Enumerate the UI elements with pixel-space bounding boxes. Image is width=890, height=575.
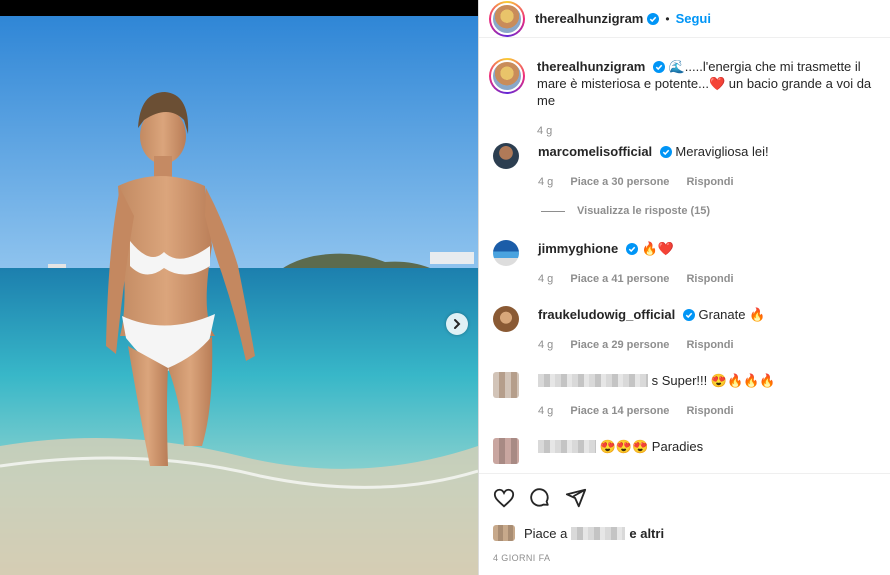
post-caption: therealhunzigram 🌊.....l'energia che mi … (489, 58, 889, 140)
commenter-username[interactable]: jimmyghione (538, 241, 618, 256)
post-actions (493, 487, 587, 514)
follow-button[interactable]: Segui (676, 11, 711, 26)
comment-text: Meravigliosa lei! (675, 144, 769, 159)
reply-button[interactable]: Rispondi (686, 339, 733, 351)
caption-time: 4 g (537, 125, 553, 137)
commenter-avatar[interactable] (493, 438, 519, 464)
blurred-username (538, 374, 648, 387)
post-header: therealhunzigram • Segui (479, 0, 890, 38)
commenter-username[interactable]: fraukeludowig_official (538, 307, 675, 322)
commenter-username[interactable]: marcomelisofficial (538, 144, 652, 159)
author-avatar[interactable] (489, 0, 525, 37)
comment-item: s Super!!! 😍🔥🔥🔥 4 g Piace a 14 persone R… (493, 372, 883, 420)
reply-button[interactable]: Rispondi (686, 273, 733, 285)
comment-item: marcomelisofficial Meravigliosa lei! 4 g… (493, 143, 883, 191)
commenter-avatar[interactable] (493, 143, 519, 169)
verified-icon (682, 309, 695, 321)
view-replies-label: Visualizza le risposte (15) (577, 205, 711, 217)
comment-time: 4 g (538, 405, 554, 417)
post-photo (0, 16, 478, 575)
caption-author-avatar[interactable] (489, 58, 525, 94)
commenter-avatar[interactable] (493, 372, 519, 398)
post-date: 4 GIORNI FA (493, 553, 551, 563)
comment-item: fraukeludowig_official Granate 🔥 4 g Pia… (493, 306, 883, 354)
commenter-avatar[interactable] (493, 240, 519, 266)
comment-likes[interactable]: Piace a 14 persone (570, 405, 669, 417)
reply-button[interactable]: Rispondi (686, 176, 733, 188)
comment-likes[interactable]: Piace a 29 persone (570, 339, 669, 351)
chevron-right-icon (454, 319, 461, 329)
separator-dot: • (665, 11, 670, 26)
verified-icon (659, 146, 672, 158)
comment-item: jimmyghione 🔥❤️ 4 g Piace a 41 persone R… (493, 240, 883, 288)
reply-button[interactable]: Rispondi (686, 405, 733, 417)
like-button[interactable] (493, 487, 515, 514)
likes-summary[interactable]: Piace a e altri (493, 525, 664, 541)
actions-divider (479, 473, 890, 474)
verified-icon (647, 12, 660, 25)
comment-likes[interactable]: Piace a 30 persone (570, 176, 669, 188)
comment-icon (530, 488, 549, 507)
verified-icon (625, 243, 638, 255)
caption-author-username[interactable]: therealhunzigram (537, 59, 645, 74)
next-photo-button[interactable] (446, 313, 468, 335)
likes-prefix: Piace a (524, 525, 568, 541)
blurred-liker (571, 526, 626, 540)
comment-time: 4 g (538, 273, 554, 285)
comment-button[interactable] (529, 487, 551, 514)
post-side-panel: therealhunzigram • Segui therealhunzigra… (479, 0, 890, 575)
likes-suffix[interactable]: e altri (629, 526, 664, 541)
comment-time: 4 g (538, 176, 554, 188)
author-username[interactable]: therealhunzigram (535, 11, 643, 26)
comment-text: 😍😍😍 Paradies (599, 439, 704, 454)
comment-time: 4 g (538, 339, 554, 351)
comment-item: 😍😍😍 Paradies (493, 438, 883, 464)
verified-icon (652, 61, 665, 73)
view-replies-button[interactable]: Visualizza le risposte (15) (541, 205, 710, 217)
comment-text: Granate 🔥 (698, 307, 766, 322)
share-icon (565, 488, 587, 508)
blurred-username (538, 440, 596, 453)
share-button[interactable] (565, 487, 587, 514)
heart-icon (493, 488, 515, 508)
comment-text: s Super!!! 😍🔥🔥🔥 (651, 373, 776, 388)
comment-likes[interactable]: Piace a 41 persone (570, 273, 669, 285)
liker-avatars (493, 525, 515, 541)
photo-top-bar (0, 0, 478, 16)
comment-text: 🔥❤️ (641, 241, 674, 256)
commenter-avatar[interactable] (493, 306, 519, 332)
